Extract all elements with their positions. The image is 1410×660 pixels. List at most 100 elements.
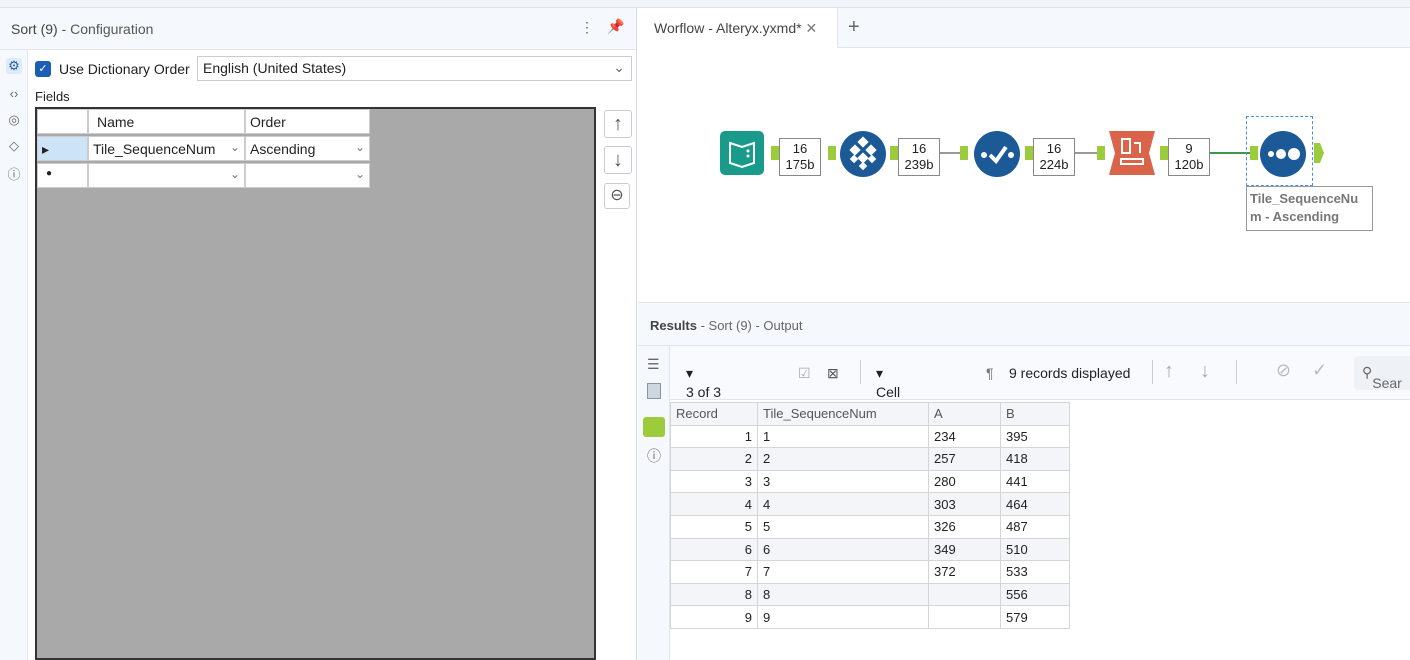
table-cell[interactable]: 9 (670, 605, 758, 629)
language-select[interactable]: English (United States) ⌄ (197, 56, 632, 81)
table-cell[interactable]: 418 (1000, 447, 1070, 471)
table-row[interactable]: 9 9 579 (670, 605, 1070, 629)
table-cell[interactable]: 303 (928, 492, 1001, 516)
input-anchor[interactable] (1097, 146, 1105, 160)
table-row[interactable]: 7 7 372 533 (670, 560, 1070, 584)
table-cell[interactable]: 349 (928, 537, 1001, 562)
field-order-select[interactable]: Ascending ⌄ (245, 136, 370, 161)
input-anchor[interactable] (828, 146, 836, 160)
output-anchor[interactable] (1160, 146, 1168, 160)
move-down-button[interactable]: ↓ (604, 146, 632, 174)
table-cell[interactable]: 8 (757, 582, 929, 607)
arrow-up-icon[interactable]: ↑ (1164, 360, 1174, 383)
output-anchor[interactable] (1314, 143, 1324, 163)
output-anchor[interactable] (771, 146, 779, 160)
table-cell[interactable]: 326 (928, 514, 1001, 539)
table-row[interactable]: 6 6 349 510 (670, 537, 1070, 562)
table-cell[interactable]: 510 (1000, 537, 1070, 562)
cancel-icon[interactable]: ⊘ (1276, 360, 1291, 381)
cell-viewer-dropdown[interactable]: Cell Viewer ▾ (876, 365, 919, 416)
pin-icon[interactable]: 📌 (607, 18, 624, 35)
table-cell[interactable]: 1 (670, 424, 758, 449)
close-icon[interactable]: ✕ (805, 20, 817, 36)
output-anchor[interactable] (1025, 146, 1033, 160)
search-input[interactable]: ⚲ Sear (1354, 356, 1410, 391)
table-cell[interactable]: 8 (670, 582, 758, 607)
column-header[interactable]: A (928, 402, 1001, 426)
table-cell[interactable]: 1 (757, 424, 929, 449)
column-header[interactable]: Record (670, 402, 758, 426)
table-cell[interactable]: 3 (670, 469, 758, 494)
table-cell[interactable]: 9 (757, 605, 929, 629)
data-anchor-icon[interactable] (643, 417, 665, 437)
table-cell[interactable]: 487 (1000, 514, 1070, 539)
table-cell[interactable]: 3 (757, 469, 929, 494)
table-cell[interactable] (928, 582, 1001, 607)
field-name-select[interactable]: Tile_SequenceNum ⌄ (88, 136, 245, 161)
table-cell[interactable]: 257 (928, 447, 1001, 471)
table-cell[interactable]: 234 (928, 424, 1001, 449)
list-icon[interactable]: ☰ (647, 356, 660, 373)
table-row[interactable]: 1 1 234 395 (670, 424, 1070, 449)
table-cell[interactable]: 556 (1000, 582, 1070, 607)
row-selector-icon[interactable]: ▸ (37, 136, 88, 161)
checkbox-icon[interactable]: ☑ (798, 365, 811, 382)
use-dictionary-checkbox[interactable]: ✓ (35, 61, 51, 77)
sample-icon[interactable] (1109, 131, 1155, 175)
table-row[interactable]: 2 2 257 418 (670, 447, 1070, 471)
add-tab-icon[interactable]: + (848, 16, 860, 39)
remove-button[interactable]: ⊖ (604, 183, 630, 209)
filter-check-icon[interactable] (974, 131, 1020, 177)
table-row[interactable]: 4 4 303 464 (670, 492, 1070, 516)
table-cell[interactable]: 2 (757, 447, 929, 471)
table-cell[interactable]: 441 (1000, 469, 1070, 494)
table-cell[interactable]: 4 (670, 492, 758, 516)
arrow-down-icon[interactable]: ↓ (1200, 360, 1210, 383)
table-cell[interactable]: 464 (1000, 492, 1070, 516)
table-cell[interactable]: 6 (757, 537, 929, 562)
workflow-canvas[interactable]: 16 175b 16 239b 16 224b 9 120b Tile_Sequence… (638, 48, 1410, 302)
code-icon[interactable]: ‹› (6, 86, 22, 101)
table-cell[interactable]: 395 (1000, 424, 1070, 449)
table-row[interactable]: 3 3 280 441 (670, 469, 1070, 494)
grid-corner (37, 109, 88, 134)
table-row[interactable]: 8 8 556 (670, 582, 1070, 607)
table-row[interactable]: 5 5 326 487 (670, 514, 1070, 539)
table-cell[interactable]: 579 (1000, 605, 1070, 629)
generate-rows-icon[interactable] (840, 131, 886, 177)
help-icon[interactable]: ⓘ (647, 446, 661, 466)
metadata-icon[interactable] (647, 383, 661, 399)
table-cell[interactable]: 7 (670, 560, 758, 584)
gear-icon[interactable]: ⚙ (6, 58, 22, 74)
new-field-order-select[interactable]: ⌄ (245, 163, 370, 188)
tab-workflow[interactable]: Worflow - Alteryx.yxmd* ✕ (638, 8, 838, 48)
table-cell[interactable]: 2 (670, 447, 758, 471)
pilcrow-icon[interactable]: ¶ (986, 365, 994, 381)
input-data-book-icon[interactable] (720, 131, 764, 175)
table-cell[interactable]: 5 (757, 514, 929, 539)
table-cell[interactable]: 7 (757, 560, 929, 584)
new-field-name-select[interactable]: ⌄ (88, 163, 245, 188)
input-anchor[interactable] (960, 146, 968, 160)
clear-icon[interactable]: ⊠ (827, 365, 839, 382)
move-up-button[interactable]: ↑ (604, 110, 632, 138)
help-icon[interactable]: ⓘ (6, 164, 22, 183)
fields-dropdown[interactable]: 3 of 3 Fields ▾ (686, 365, 723, 416)
chevron-down-icon: ⌄ (229, 167, 240, 181)
table-cell[interactable]: 4 (757, 492, 929, 516)
table-cell[interactable]: 533 (1000, 560, 1070, 584)
table-cell[interactable]: 5 (670, 514, 758, 539)
tag-icon[interactable]: ◇ (6, 138, 22, 154)
table-cell[interactable] (928, 605, 1001, 629)
more-options-icon[interactable]: ⋮ (580, 19, 594, 36)
annotation-icon[interactable]: ◎ (6, 112, 22, 128)
check-icon[interactable]: ✓ (1312, 360, 1327, 381)
table-cell[interactable]: 6 (670, 537, 758, 562)
column-header[interactable]: B (1000, 402, 1070, 426)
sort-icon[interactable] (1260, 131, 1306, 177)
table-cell[interactable]: 280 (928, 469, 1001, 494)
record-count: 16 (1046, 141, 1062, 156)
column-header[interactable]: Tile_SequenceNum (757, 402, 929, 426)
table-cell[interactable]: 372 (928, 560, 1001, 584)
output-anchor[interactable] (890, 146, 898, 160)
